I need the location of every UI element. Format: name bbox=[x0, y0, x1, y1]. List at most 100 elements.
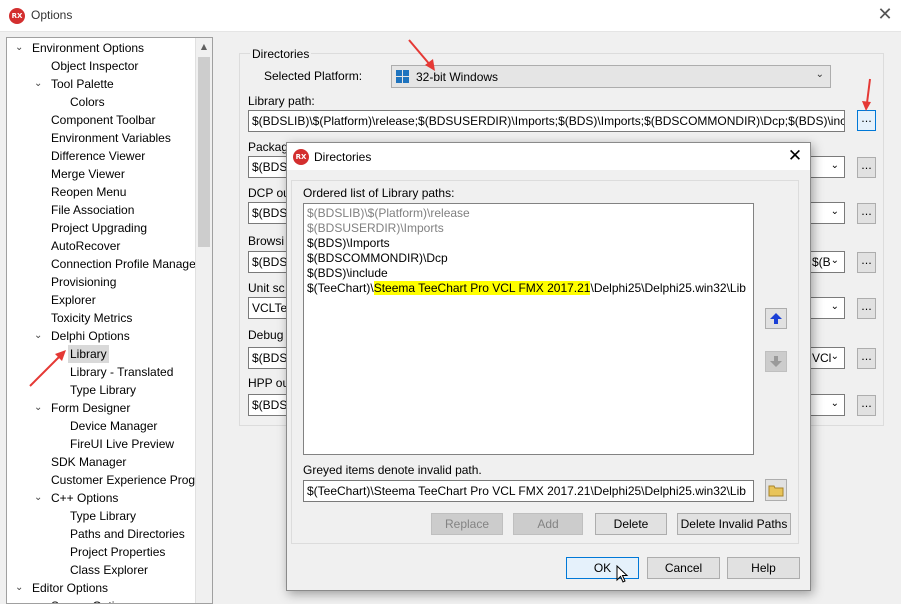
tree-item[interactable]: Project Upgrading bbox=[7, 219, 195, 237]
cancel-button[interactable]: Cancel bbox=[647, 557, 720, 579]
windows-icon bbox=[396, 70, 410, 84]
tree-item-label: Editor Options bbox=[32, 581, 109, 595]
tree-item[interactable]: Colors bbox=[7, 93, 195, 111]
delete-button[interactable]: Delete bbox=[595, 513, 667, 535]
tree-item[interactable]: Difference Viewer bbox=[7, 147, 195, 165]
tree-item[interactable]: ⌄ Tool Palette bbox=[7, 75, 195, 93]
tree-expand-icon[interactable]: ⌄ bbox=[34, 489, 44, 507]
library-path-item[interactable]: $(BDS)\Imports bbox=[307, 236, 750, 251]
arrow-up-icon bbox=[770, 313, 782, 324]
tree-item[interactable]: Source Options bbox=[7, 597, 195, 603]
tree-item[interactable]: FireUI Live Preview bbox=[7, 435, 195, 453]
directory-row-value: $(BDS bbox=[252, 160, 288, 174]
dialog-close-button[interactable]: ✕ bbox=[784, 145, 806, 167]
tree-item[interactable]: Paths and Directories bbox=[7, 525, 195, 543]
arrow-down-icon bbox=[770, 356, 782, 367]
tree-item[interactable]: Customer Experience Progr bbox=[7, 471, 199, 489]
tree-item[interactable]: AutoRecover bbox=[7, 237, 195, 255]
tree-item[interactable]: ⌄ Delphi Options bbox=[7, 327, 195, 345]
library-path-item[interactable]: $(BDS)\include bbox=[307, 266, 750, 281]
directory-row-browse-button[interactable]: ... bbox=[857, 395, 876, 416]
tree-item[interactable]: Component Toolbar bbox=[7, 111, 195, 129]
library-path-browse-button[interactable]: ... bbox=[857, 110, 876, 131]
tree-item-label: Form Designer bbox=[51, 401, 131, 415]
app-logo-icon: RX bbox=[9, 8, 25, 24]
chevron-down-icon[interactable]: ⌄ bbox=[831, 398, 839, 409]
tree-item[interactable]: ⌄ Form Designer bbox=[7, 399, 195, 417]
directory-row-label: Debug bbox=[248, 328, 284, 342]
tree-item[interactable]: Device Manager bbox=[7, 417, 195, 435]
delete-invalid-paths-button[interactable]: Delete Invalid Paths bbox=[677, 513, 791, 535]
tree-item[interactable]: Environment Variables bbox=[7, 129, 195, 147]
help-button[interactable]: Help bbox=[727, 557, 800, 579]
tree-item[interactable]: Object Inspector bbox=[7, 57, 195, 75]
tree-expand-icon[interactable]: ⌄ bbox=[15, 579, 25, 597]
tree-item[interactable]: Library bbox=[7, 345, 195, 363]
tree-item-label: Source Options bbox=[49, 597, 136, 603]
scroll-thumb[interactable] bbox=[198, 57, 210, 247]
tree-scrollbar[interactable]: ▲ bbox=[195, 38, 212, 603]
scroll-up-icon[interactable]: ▲ bbox=[196, 38, 212, 55]
library-path-item[interactable]: $(BDSLIB)\$(Platform)\release bbox=[307, 206, 750, 221]
chevron-down-icon[interactable]: ⌄ bbox=[831, 301, 839, 312]
directory-row-browse-button[interactable]: ... bbox=[857, 252, 876, 273]
directory-row-browse-button[interactable]: ... bbox=[857, 348, 876, 369]
replace-button[interactable]: Replace bbox=[431, 513, 503, 535]
add-button[interactable]: Add bbox=[513, 513, 583, 535]
directory-row-label: Packag bbox=[248, 140, 289, 154]
chevron-down-icon[interactable]: ⌄ bbox=[831, 351, 839, 362]
directory-row-browse-button[interactable]: ... bbox=[857, 298, 876, 319]
tree-item[interactable]: Merge Viewer bbox=[7, 165, 195, 183]
tree-item[interactable]: Project Properties bbox=[7, 543, 195, 561]
chevron-down-icon[interactable]: ⌄ bbox=[831, 206, 839, 217]
tree-item[interactable]: File Association bbox=[7, 201, 195, 219]
chevron-down-icon[interactable]: ⌄ bbox=[831, 255, 839, 266]
tree-item-label: Library bbox=[68, 345, 109, 363]
chevron-down-icon[interactable]: ⌄ bbox=[831, 160, 839, 171]
platform-select[interactable]: 32-bit Windows ⌄ bbox=[391, 65, 831, 88]
library-path-item[interactable]: $(BDSCOMMONDIR)\Dcp bbox=[307, 251, 750, 266]
tree-expand-icon[interactable]: ⌄ bbox=[34, 75, 44, 93]
tree-item[interactable]: Reopen Menu bbox=[7, 183, 195, 201]
tree-item-label: Component Toolbar bbox=[51, 113, 156, 127]
move-down-button[interactable] bbox=[765, 351, 787, 372]
tree-item[interactable]: ⌄ Editor Options bbox=[7, 579, 195, 597]
tree-item[interactable]: Type Library bbox=[7, 381, 195, 399]
library-paths-list[interactable]: $(BDSLIB)\$(Platform)\release $(BDSUSERDI… bbox=[303, 203, 754, 455]
tree-expand-icon[interactable]: ⌄ bbox=[15, 39, 25, 57]
tree-expand-icon[interactable]: ⌄ bbox=[34, 399, 44, 417]
tree-item[interactable]: ⌄ Environment Options bbox=[7, 39, 195, 57]
library-path-text: $(BDS)\include bbox=[307, 266, 388, 280]
tree-item[interactable]: ⌄ C++ Options bbox=[7, 489, 195, 507]
tree-item-label: Explorer bbox=[51, 293, 96, 307]
tree-item-label: Connection Profile Manage bbox=[51, 257, 196, 271]
options-tree[interactable]: ⌄ Environment Options Object Inspector ⌄ Too… bbox=[6, 37, 213, 604]
library-path-item[interactable]: $(BDSUSERDIR)\Imports bbox=[307, 221, 750, 236]
tree-item[interactable]: Type Library bbox=[7, 507, 195, 525]
library-path-field[interactable]: $(BDSLIB)\$(Platform)\release;$(BDSUSERD… bbox=[248, 110, 845, 132]
tree-item[interactable]: SDK Manager bbox=[7, 453, 195, 471]
library-path-item[interactable]: $(TeeChart)\Steema TeeChart Pro VCL FMX … bbox=[307, 281, 750, 296]
tree-item[interactable]: Class Explorer bbox=[7, 561, 195, 579]
tree-item-label: Delphi Options bbox=[51, 329, 130, 343]
tree-expand-icon[interactable]: ⌄ bbox=[34, 327, 44, 345]
tree-item-label: Toxicity Metrics bbox=[51, 311, 133, 325]
tree-item-label: Merge Viewer bbox=[51, 167, 125, 181]
directory-row-browse-button[interactable]: ... bbox=[857, 157, 876, 178]
move-up-button[interactable] bbox=[765, 308, 787, 329]
tree-item[interactable]: Connection Profile Manage bbox=[7, 255, 196, 273]
tree-item[interactable]: Provisioning bbox=[7, 273, 195, 291]
directory-row-label: Browsi bbox=[248, 234, 285, 248]
library-path-text: $(BDSLIB)\$(Platform)\release bbox=[307, 206, 470, 220]
path-input[interactable]: $(TeeChart)\Steema TeeChart Pro VCL FMX … bbox=[303, 480, 754, 502]
directory-row-browse-button[interactable]: ... bbox=[857, 203, 876, 224]
tree-item[interactable]: Library - Translated bbox=[7, 363, 195, 381]
directory-row-label: HPP ou bbox=[248, 376, 290, 390]
close-window-button[interactable]: ✕ bbox=[872, 5, 898, 27]
tree-item-label: Object Inspector bbox=[51, 59, 139, 73]
browse-folder-button[interactable] bbox=[765, 479, 787, 501]
tree-item-label: Customer Experience Progr bbox=[51, 473, 200, 487]
tree-item[interactable]: Toxicity Metrics bbox=[7, 309, 195, 327]
tree-item-label: C++ Options bbox=[51, 491, 119, 505]
tree-item[interactable]: Explorer bbox=[7, 291, 195, 309]
